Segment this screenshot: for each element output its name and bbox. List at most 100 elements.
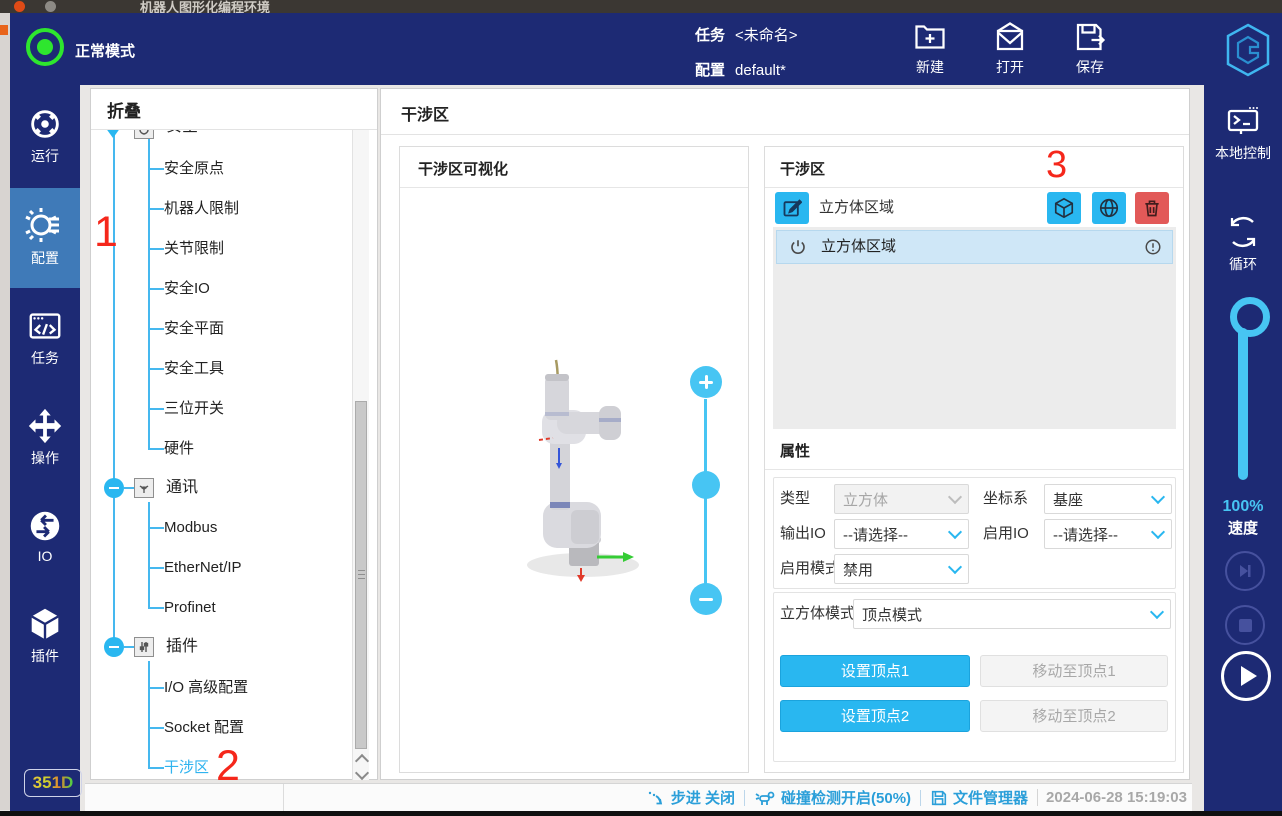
step-forward-icon [1237, 563, 1253, 579]
collision-detect-status[interactable]: 碰撞检测开启(50%) [754, 787, 911, 808]
tree-stub [148, 687, 164, 689]
tree-item[interactable]: 安全IO [164, 277, 210, 301]
type-value: 立方体 [843, 489, 888, 510]
cube-view-button[interactable] [1047, 192, 1081, 224]
new-label: 新建 [895, 57, 965, 77]
tree-item[interactable]: Socket 配置 [164, 716, 244, 740]
io-icon [26, 507, 64, 545]
zone-name: 立方体区域 [819, 193, 894, 223]
sidebar-item-label: IO [10, 548, 80, 564]
plugin-cube-icon [26, 605, 64, 643]
collapse-minus-icon[interactable] [104, 478, 124, 498]
local-control-button[interactable]: 本地控制 [1204, 103, 1282, 163]
step-mode-icon [646, 788, 666, 808]
delete-zone-button[interactable] [1135, 192, 1169, 224]
sidebar-item-plugin[interactable]: 插件 [10, 605, 80, 666]
set-vertex1-button[interactable]: 设置顶点1 [780, 655, 970, 687]
tree-item[interactable]: 机器人限制 [164, 197, 239, 221]
config-value: default* [735, 62, 786, 79]
tree-item[interactable]: Modbus [164, 516, 217, 540]
robot-3d-view[interactable] [495, 352, 675, 582]
sidebar-item-io[interactable]: IO [10, 507, 80, 564]
tree-stub [148, 328, 164, 330]
set-vertex2-button[interactable]: 设置顶点2 [780, 700, 970, 732]
stop-icon [1239, 619, 1252, 632]
open-icon [992, 19, 1028, 55]
task-row: 任务<未命名> [695, 24, 798, 45]
tree-branch-line [148, 502, 150, 608]
scrollbar-thumb[interactable] [355, 401, 367, 749]
sidebar-item-task[interactable]: 任务 [10, 307, 80, 368]
sidebar-item-operate[interactable]: 操作 [10, 407, 80, 468]
collapse-minus-icon[interactable] [104, 637, 124, 657]
collapse-arrow-icon[interactable] [105, 130, 121, 138]
new-button[interactable]: 新建 [895, 19, 965, 81]
tree-item[interactable]: 关节限制 [164, 237, 224, 261]
play-button[interactable] [1221, 651, 1271, 701]
enable-io-select[interactable]: --请选择-- [1044, 519, 1172, 549]
sidebar-item-label: 操作 [10, 448, 80, 468]
tree-item[interactable]: 安全原点 [164, 157, 224, 181]
world-frame-button[interactable] [1092, 192, 1126, 224]
save-button[interactable]: 保存 [1055, 19, 1125, 81]
local-control-label: 本地控制 [1215, 145, 1271, 161]
step-mode-status[interactable]: 步进 关闭 [646, 787, 735, 808]
sidebar-item-run[interactable]: 运行 [10, 105, 80, 166]
tree-stub [148, 607, 164, 609]
save-label: 保存 [1055, 57, 1125, 77]
bottom-strip [0, 811, 1282, 816]
tree-scrollbar [352, 130, 369, 780]
run-icon [26, 105, 64, 143]
tree-item-safety[interactable]: 安全 [166, 130, 198, 139]
chevron-down-icon [1151, 525, 1165, 539]
window-title: 机器人图形化编程环境 [140, 0, 270, 13]
zone-panel-title: 干涉区 [780, 158, 825, 179]
file-manager-button[interactable]: 文件管理器 [930, 787, 1028, 808]
output-io-select[interactable]: --请选择-- [834, 519, 969, 549]
edit-zone-button[interactable] [775, 192, 809, 224]
loop-label: 循环 [1229, 256, 1257, 272]
speed-slider-track[interactable] [1238, 328, 1248, 480]
mode-status-icon [26, 28, 64, 66]
status-separator [920, 790, 921, 806]
annotation-3: 3 [1046, 146, 1067, 184]
tree-item-interference-zone-selected[interactable]: 干涉区 [164, 756, 209, 778]
close-icon[interactable] [14, 1, 25, 12]
output-io-value: --请选择-- [843, 524, 908, 545]
minimize-icon[interactable] [45, 1, 56, 12]
tree-item-comm[interactable]: 通讯 [166, 476, 198, 500]
stop-button [1225, 605, 1265, 645]
zoom-slider-knob[interactable] [692, 471, 720, 499]
zoom-in-button[interactable] [690, 366, 722, 398]
plugin-node-icon [134, 637, 154, 657]
annotation-1: 1 [94, 211, 118, 254]
sidebar-item-config[interactable]: 配置 [10, 205, 80, 268]
tree-item[interactable]: 安全平面 [164, 317, 224, 341]
tree-item[interactable]: I/O 高级配置 [164, 676, 248, 700]
task-code-icon [26, 307, 64, 345]
loop-button[interactable]: 循环 [1204, 210, 1282, 274]
power-toggle-icon[interactable] [789, 238, 807, 256]
frame-select[interactable]: 基座 [1044, 484, 1172, 514]
cube-mode-select[interactable]: 顶点模式 [853, 599, 1171, 629]
frame-value: 基座 [1053, 489, 1083, 510]
tree-item[interactable]: EtherNet/IP [164, 556, 242, 580]
zone-list-item-selected[interactable]: 立方体区域 [776, 230, 1173, 264]
tree-item[interactable]: 安全工具 [164, 357, 224, 381]
status-divider [283, 784, 284, 812]
tree-stub [148, 168, 164, 170]
tree-collapse-header[interactable]: 折叠 [107, 97, 141, 122]
speed-slider-knob[interactable] [1230, 297, 1270, 337]
type-select: 立方体 [834, 484, 969, 514]
scroll-down-button[interactable] [355, 766, 369, 780]
open-button[interactable]: 打开 [975, 19, 1045, 81]
tree-item[interactable]: 硬件 [164, 437, 194, 461]
tree-stub [148, 368, 164, 370]
tree-item[interactable]: 三位开关 [164, 397, 224, 421]
tree-item-plugin[interactable]: 插件 [166, 635, 198, 659]
speed-value: 100% [1204, 498, 1282, 516]
app-logo-icon [1222, 21, 1274, 79]
tree-item[interactable]: Profinet [164, 596, 216, 620]
zoom-out-button[interactable] [690, 583, 722, 615]
enable-mode-select[interactable]: 禁用 [834, 554, 969, 584]
